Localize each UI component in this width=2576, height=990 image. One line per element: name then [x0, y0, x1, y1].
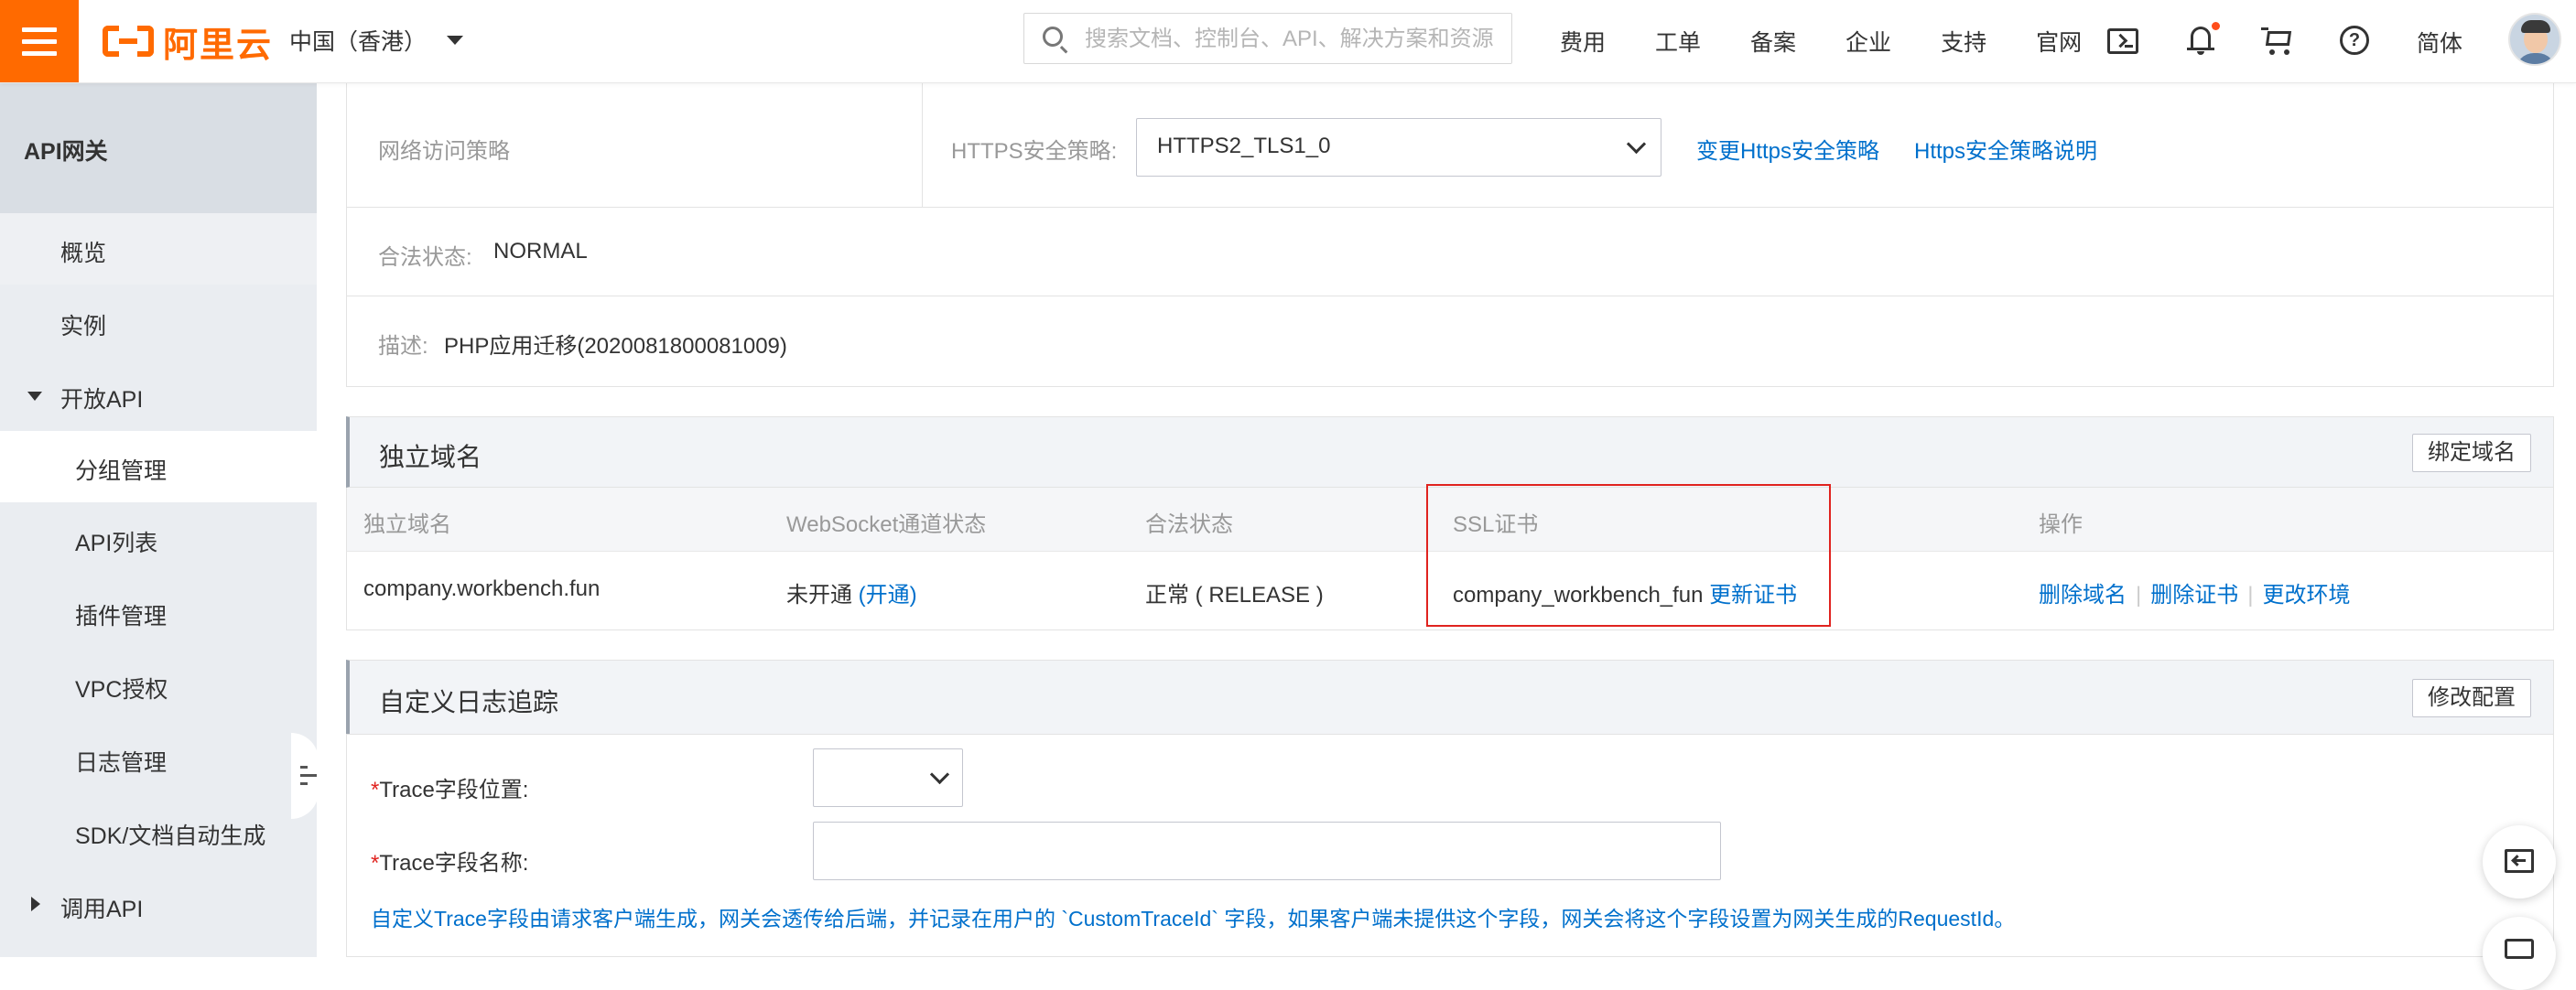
- column-header: 独立域名: [363, 512, 451, 537]
- menu-icon[interactable]: [0, 0, 79, 82]
- sidebar-title: API网关: [0, 83, 317, 213]
- panel-collapse-icon: [2505, 849, 2534, 873]
- notification-dot: [2212, 22, 2220, 30]
- https-policy-help-link[interactable]: Https安全策略说明: [1914, 133, 2097, 165]
- sidebar-item-vpc-authorization[interactable]: VPC授权: [0, 650, 317, 721]
- sidebar-item-log-management[interactable]: 日志管理: [0, 723, 317, 794]
- column-header: 操作: [2039, 512, 2083, 537]
- change-https-policy-link[interactable]: 变更Https安全策略: [1696, 133, 1879, 165]
- region-selector[interactable]: 中国（香港）: [289, 24, 464, 57]
- description-label: 描述:: [378, 334, 428, 359]
- websocket-status: 未开通: [786, 583, 852, 608]
- nav-icp[interactable]: 备案: [1750, 25, 1796, 58]
- enable-websocket-link[interactable]: (开通): [859, 583, 917, 608]
- divider: |: [2136, 583, 2142, 608]
- bind-domain-button[interactable]: 绑定域名: [2412, 434, 2531, 472]
- avatar[interactable]: [2508, 13, 2561, 66]
- legal-status-row: 合法状态: NORMAL: [346, 207, 2554, 296]
- delete-cert-link[interactable]: 删除证书: [2150, 583, 2238, 608]
- change-environment-link[interactable]: 更改环境: [2262, 583, 2350, 608]
- region-label: 中国（香港）: [289, 29, 428, 55]
- network-policy-row: 网络访问策略 HTTPS安全策略: HTTPS2_TLS1_0 变更Https安…: [346, 83, 2554, 208]
- legal-status-cell: 正常 ( RELEASE ): [1145, 583, 1324, 608]
- help-icon[interactable]: ?: [2340, 26, 2369, 55]
- legal-status-label: 合法状态:: [378, 245, 472, 270]
- sidebar-item-group-management[interactable]: 分组管理: [0, 431, 317, 502]
- collapse-triangle-icon: [31, 897, 40, 911]
- https-policy-label: HTTPS安全策略:: [951, 139, 1118, 164]
- trace-hint-text: 自定义Trace字段由请求客户端生成，网关会透传给后端，并记录在用户的 `Cus…: [371, 907, 2016, 931]
- language-switch[interactable]: 简体: [2417, 26, 2462, 59]
- cart-icon[interactable]: [2261, 24, 2294, 57]
- modify-config-button[interactable]: 修改配置: [2412, 679, 2531, 717]
- https-policy-value: HTTPS2_TLS1_0: [1157, 134, 1331, 158]
- top-nav-links: 费用 工单 备案 企业 支持 官网: [1560, 0, 2131, 82]
- sidebar-item-api-list[interactable]: API列表: [0, 503, 317, 575]
- top-navigation-bar: 阿里云 中国（香港） 费用 工单 备案 企业 支持 官网 ? 简体: [0, 0, 2576, 83]
- websocket-cell: 未开通 (开通): [786, 576, 917, 608]
- search-icon: [1043, 27, 1063, 47]
- floating-chat-button[interactable]: [2483, 917, 2556, 990]
- sidebar: API网关 概览 实例 开放API 分组管理 API列表 插件管理 VPC授权 …: [0, 83, 319, 957]
- divider: |: [2247, 583, 2254, 608]
- floating-back-button[interactable]: [2483, 825, 2556, 899]
- trace-name-input[interactable]: [813, 822, 1721, 880]
- section-title: 独立域名: [379, 443, 482, 471]
- column-header: WebSocket通道状态: [786, 512, 987, 537]
- expand-triangle-icon: [27, 392, 42, 401]
- nav-support[interactable]: 支持: [1941, 25, 1986, 58]
- column-header: 合法状态: [1145, 512, 1233, 537]
- chevron-down-icon: [929, 764, 950, 785]
- trace-position-select[interactable]: [813, 748, 963, 807]
- delete-domain-link[interactable]: 删除域名: [2039, 583, 2127, 608]
- description-value: PHP应用迁移(2020081800081009): [444, 334, 787, 359]
- trace-name-label: *Trace字段名称:: [371, 851, 529, 876]
- custom-domain-section-header: 独立域名 绑定域名: [346, 416, 2554, 488]
- domain-cell: company.workbench.fun: [363, 576, 601, 601]
- trace-section-header: 自定义日志追踪 修改配置: [346, 660, 2554, 735]
- sidebar-item-call-api[interactable]: 调用API: [0, 869, 317, 941]
- https-policy-select[interactable]: HTTPS2_TLS1_0: [1136, 118, 1661, 177]
- description-row: 描述: PHP应用迁移(2020081800081009): [346, 296, 2554, 387]
- chat-icon: [2505, 939, 2534, 959]
- nav-tickets[interactable]: 工单: [1655, 25, 1701, 58]
- global-search[interactable]: [1023, 13, 1512, 64]
- sidebar-item-open-api[interactable]: 开放API: [0, 360, 317, 431]
- brand-name: 阿里云: [163, 26, 274, 65]
- sidebar-item-instances[interactable]: 实例: [0, 286, 317, 358]
- section-title: 自定义日志追踪: [379, 688, 559, 716]
- ssl-highlight-box: [1426, 484, 1831, 627]
- nav-enterprise[interactable]: 企业: [1845, 25, 1891, 58]
- sidebar-item-plugin-management[interactable]: 插件管理: [0, 576, 317, 648]
- aliyun-logo[interactable]: 阿里云: [103, 20, 273, 65]
- sidebar-item-overview[interactable]: 概览: [0, 213, 317, 285]
- actions-cell: 删除域名 | 删除证书 | 更改环境: [2039, 576, 2350, 608]
- logo-mark-icon: [103, 26, 154, 57]
- network-policy-label: 网络访问策略: [378, 139, 510, 164]
- bell-icon[interactable]: [2184, 22, 2220, 57]
- terminal-icon[interactable]: [2107, 28, 2138, 54]
- legal-status-value: NORMAL: [493, 239, 588, 264]
- search-input[interactable]: [1083, 21, 1499, 58]
- nav-official-site[interactable]: 官网: [2036, 25, 2082, 58]
- sidebar-item-sdk-docs[interactable]: SDK/文档自动生成: [0, 796, 317, 867]
- nav-fees[interactable]: 费用: [1560, 25, 1606, 58]
- trace-position-label: *Trace字段位置:: [371, 778, 529, 802]
- chevron-down-icon: [447, 36, 464, 45]
- chevron-down-icon: [1626, 134, 1647, 155]
